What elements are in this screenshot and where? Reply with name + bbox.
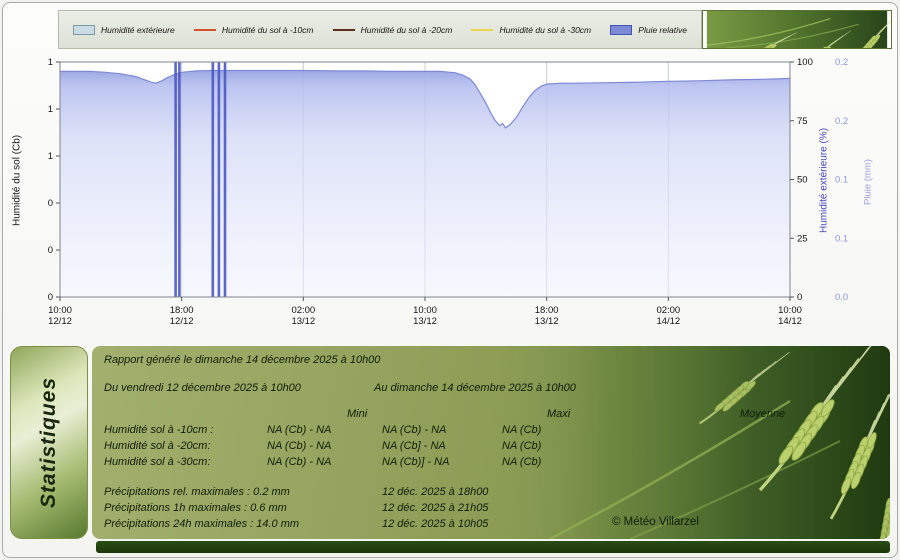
precip-1h-max-when: 12 déc. 2025 à 21h05	[382, 502, 488, 514]
soil-20cm-label: Humidité sol à -20cm:	[104, 440, 210, 452]
wheat-photo-banner	[702, 10, 892, 49]
col-header-moyenne: Moyenne	[740, 408, 785, 420]
svg-text:14/12: 14/12	[656, 316, 680, 327]
svg-text:0.1: 0.1	[835, 175, 848, 186]
svg-text:10:00: 10:00	[778, 305, 802, 316]
legend-item: Pluie relative	[610, 25, 687, 35]
legend-item: Humidité du sol à -30cm	[471, 25, 591, 35]
legend-label: Humidité extérieure	[101, 25, 175, 35]
period-to-text: Au dimanche 14 décembre 2025 à 10h00	[374, 382, 576, 394]
svg-text:18:00: 18:00	[170, 305, 194, 316]
svg-text:1: 1	[48, 151, 53, 162]
svg-text:100: 100	[797, 57, 813, 68]
svg-text:0.1: 0.1	[835, 233, 848, 244]
humidity-area	[60, 71, 790, 298]
svg-text:0: 0	[48, 245, 53, 256]
rain-bar	[218, 62, 221, 297]
svg-text:0: 0	[48, 292, 53, 303]
svg-text:10:00: 10:00	[48, 305, 72, 316]
left-axis-title: Humidité du sol (Cb)	[10, 105, 24, 255]
soil-10cm-mini: NA (Cb) - NA	[267, 424, 331, 436]
soil-20cm-maxi: NA (Cb] - NA	[382, 440, 446, 452]
svg-text:13/12: 13/12	[535, 316, 559, 327]
humidity-rain-chart: 11100010075502500.20.20.10.10.010:0012/1…	[28, 52, 860, 334]
svg-text:0.0: 0.0	[835, 292, 848, 303]
precip-24h-max-when: 12 déc. 2025 à 10h05	[382, 518, 488, 530]
soil-30cm-maxi: NA (Cb)] - NA	[382, 456, 449, 468]
rain-axis-title: Pluie (mm)	[861, 135, 875, 230]
soil-20cm-swatch	[333, 29, 355, 31]
svg-text:18:00: 18:00	[535, 305, 559, 316]
svg-text:13/12: 13/12	[291, 316, 315, 327]
legend-label: Pluie relative	[638, 25, 687, 35]
svg-text:0: 0	[797, 292, 802, 303]
legend-item: Humidité du sol à -10cm	[194, 25, 314, 35]
svg-text:1: 1	[48, 104, 53, 115]
svg-text:0: 0	[48, 198, 53, 209]
legend-label: Humidité du sol à -10cm	[222, 25, 314, 35]
soil-10cm-maxi: NA (Cb) - NA	[382, 424, 446, 436]
legend-item: Humidité du sol à -20cm	[333, 25, 453, 35]
svg-text:14/12: 14/12	[778, 316, 802, 327]
legend-item: Humidité extérieure	[73, 25, 175, 35]
soil-20cm-mini: NA (Cb) - NA	[267, 440, 331, 452]
svg-text:0.2: 0.2	[835, 116, 848, 127]
report-generated-text: Rapport généré le dimanche 14 décembre 2…	[104, 354, 380, 366]
soil-10cm-swatch	[194, 29, 216, 31]
rain-bar	[212, 62, 215, 297]
svg-text:13/12: 13/12	[413, 316, 437, 327]
wheat-photo-stats	[490, 346, 890, 539]
precip-24h-max-label: Précipitations 24h maximales : 14.0 mm	[104, 518, 299, 530]
svg-text:1: 1	[48, 57, 53, 68]
legend-label: Humidité du sol à -20cm	[361, 25, 453, 35]
exterior-humidity-swatch	[73, 25, 95, 35]
rain-bar	[178, 62, 181, 297]
svg-text:75: 75	[797, 116, 808, 127]
precip-rel-max-label: Précipitations rel. maximales : 0.2 mm	[104, 486, 290, 498]
rain-swatch	[610, 25, 632, 35]
x-axis-ticks: 10:0012/1218:0012/1202:0013/1210:0013/12…	[48, 297, 802, 327]
svg-text:02:00: 02:00	[291, 305, 315, 316]
rain-axis-ticks: 0.2 0.2 0.1 0.1 0.0	[835, 57, 848, 303]
svg-text:25: 25	[797, 233, 808, 244]
precip-rel-max-when: 12 déc. 2025 à 18h00	[382, 486, 488, 498]
col-header-maxi: Maxi	[547, 408, 570, 420]
svg-text:02:00: 02:00	[656, 305, 680, 316]
soil-30cm-mini: NA (Cb) - NA	[267, 456, 331, 468]
svg-text:50: 50	[797, 175, 808, 186]
statistics-panel: Rapport généré le dimanche 14 décembre 2…	[92, 346, 890, 539]
precip-1h-max-label: Précipitations 1h maximales : 0.6 mm	[104, 502, 287, 514]
legend-label: Humidité du sol à -30cm	[499, 25, 591, 35]
soil-30cm-moyenne: NA (Cb)	[502, 456, 541, 468]
statistics-tab-label: Statistiques	[37, 377, 61, 508]
copyright-text: © Météo Villarzel	[612, 516, 699, 528]
footer-bar	[96, 541, 890, 553]
humidity-axis-ticks: 100 75 50 25 0	[790, 57, 813, 303]
col-header-mini: Mini	[347, 408, 367, 420]
soil-10cm-label: Humidité sol à -10cm :	[104, 424, 213, 436]
chart-legend: Humidité extérieure Humidité du sol à -1…	[58, 10, 702, 49]
soil-10cm-moyenne: NA (Cb)	[502, 424, 541, 436]
soil-20cm-moyenne: NA (Cb)	[502, 440, 541, 452]
svg-text:10:00: 10:00	[413, 305, 437, 316]
rain-bar	[174, 62, 177, 297]
soil-30cm-swatch	[471, 29, 493, 31]
svg-text:12/12: 12/12	[170, 316, 194, 327]
rain-bar	[224, 62, 227, 297]
svg-text:12/12: 12/12	[48, 316, 72, 327]
period-from-text: Du vendredi 12 décembre 2025 à 10h00	[104, 382, 301, 394]
soil-30cm-label: Humidité sol à -30cm:	[104, 456, 210, 468]
statistics-tab: Statistiques	[10, 346, 88, 539]
svg-text:0.2: 0.2	[835, 57, 848, 68]
left-axis-ticks: 1 1 1 0 0 0	[48, 57, 60, 303]
